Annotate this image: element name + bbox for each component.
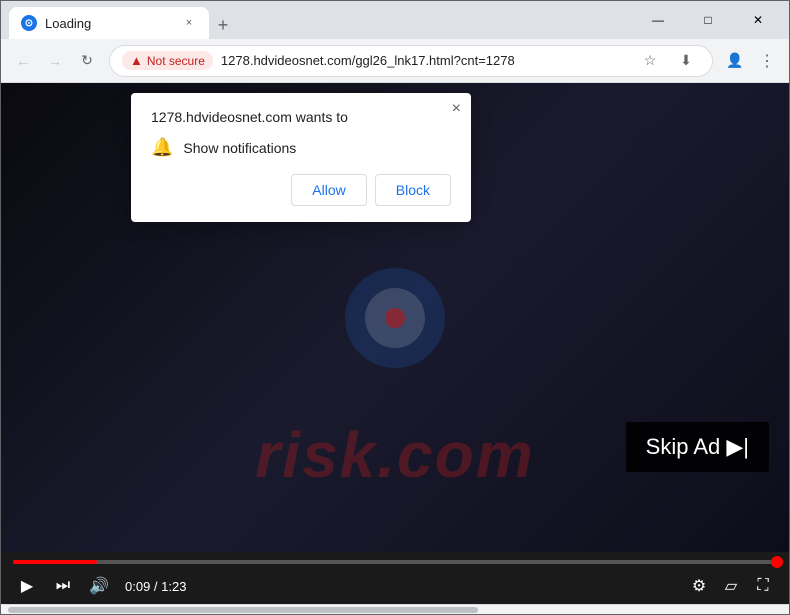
block-button[interactable]: Block	[375, 174, 451, 206]
logo-dot	[385, 308, 405, 328]
menu-button[interactable]: ⋮	[753, 47, 781, 75]
refresh-button[interactable]: ↻	[73, 47, 101, 75]
permission-label: Show notifications	[183, 140, 296, 156]
watermark-text: risk.com	[255, 418, 534, 492]
close-button[interactable]: ✕	[735, 5, 781, 35]
time-current: 0:09	[125, 579, 150, 594]
url-text: 1278.hdvideosnet.com/ggl26_lnk17.html?cn…	[221, 53, 628, 68]
progress-bar[interactable]	[13, 560, 777, 564]
play-button[interactable]: ▶	[13, 572, 41, 600]
next-button[interactable]: ⏭	[49, 572, 77, 600]
browser-window: ⊙ Loading × + — □ ✕ ← → ↻ ▲ Not secure 1…	[0, 0, 790, 615]
browser-scrollbar[interactable]	[1, 604, 789, 614]
settings-button[interactable]: ⚙	[685, 572, 713, 600]
forward-button[interactable]: →	[41, 47, 69, 75]
video-controls: ▶ ⏭ 🔊 0:09 / 1:23 ⚙ ▱ ⛶	[1, 552, 789, 604]
profile-icon[interactable]: 👤	[721, 47, 749, 75]
warning-icon: ▲	[130, 53, 143, 68]
logo-watermark	[345, 268, 445, 368]
tab-title: Loading	[45, 16, 173, 31]
not-secure-label: Not secure	[147, 54, 205, 68]
volume-button[interactable]: 🔊	[85, 572, 113, 600]
active-tab[interactable]: ⊙ Loading ×	[9, 7, 209, 39]
tab-area: ⊙ Loading × +	[9, 1, 629, 39]
logo-inner	[365, 288, 425, 348]
progress-fill	[13, 560, 97, 564]
notification-popup: × 1278.hdvideosnet.com wants to 🔔 Show n…	[131, 93, 471, 222]
address-bar: ← → ↻ ▲ Not secure 1278.hdvideosnet.com/…	[1, 39, 789, 83]
not-secure-badge: ▲ Not secure	[122, 51, 213, 70]
url-bar[interactable]: ▲ Not secure 1278.hdvideosnet.com/ggl26_…	[109, 45, 713, 77]
right-controls: ⚙ ▱ ⛶	[685, 572, 777, 600]
time-total: 1:23	[161, 579, 186, 594]
popup-actions: Allow Block	[151, 174, 451, 206]
tab-close-button[interactable]: ×	[181, 15, 197, 31]
video-content[interactable]: risk.com × 1278.hdvideosnet.com wants to…	[1, 83, 789, 552]
popup-permission-row: 🔔 Show notifications	[151, 137, 451, 158]
controls-row: ▶ ⏭ 🔊 0:09 / 1:23 ⚙ ▱ ⛶	[13, 568, 777, 604]
scrollbar-thumb[interactable]	[8, 607, 478, 613]
time-separator: /	[150, 579, 161, 594]
star-icon[interactable]: ☆	[636, 47, 664, 75]
tab-favicon: ⊙	[21, 15, 37, 31]
time-display: 0:09 / 1:23	[125, 579, 186, 594]
popup-title: 1278.hdvideosnet.com wants to	[151, 109, 451, 125]
skip-ad-button[interactable]: Skip Ad ▶|	[626, 422, 769, 472]
title-bar: ⊙ Loading × + — □ ✕	[1, 1, 789, 39]
minimize-button[interactable]: —	[635, 5, 681, 35]
miniplayer-button[interactable]: ▱	[717, 572, 745, 600]
logo-circle	[345, 268, 445, 368]
maximize-button[interactable]: □	[685, 5, 731, 35]
window-controls: — □ ✕	[635, 5, 781, 35]
bell-icon: 🔔	[151, 137, 173, 158]
new-tab-button[interactable]: +	[209, 11, 237, 39]
back-button[interactable]: ←	[9, 47, 37, 75]
fullscreen-button[interactable]: ⛶	[749, 572, 777, 600]
video-area: risk.com × 1278.hdvideosnet.com wants to…	[1, 83, 789, 604]
progress-dot	[771, 556, 783, 568]
download-icon[interactable]: ⬇	[672, 47, 700, 75]
popup-close-button[interactable]: ×	[452, 101, 461, 117]
allow-button[interactable]: Allow	[291, 174, 366, 206]
